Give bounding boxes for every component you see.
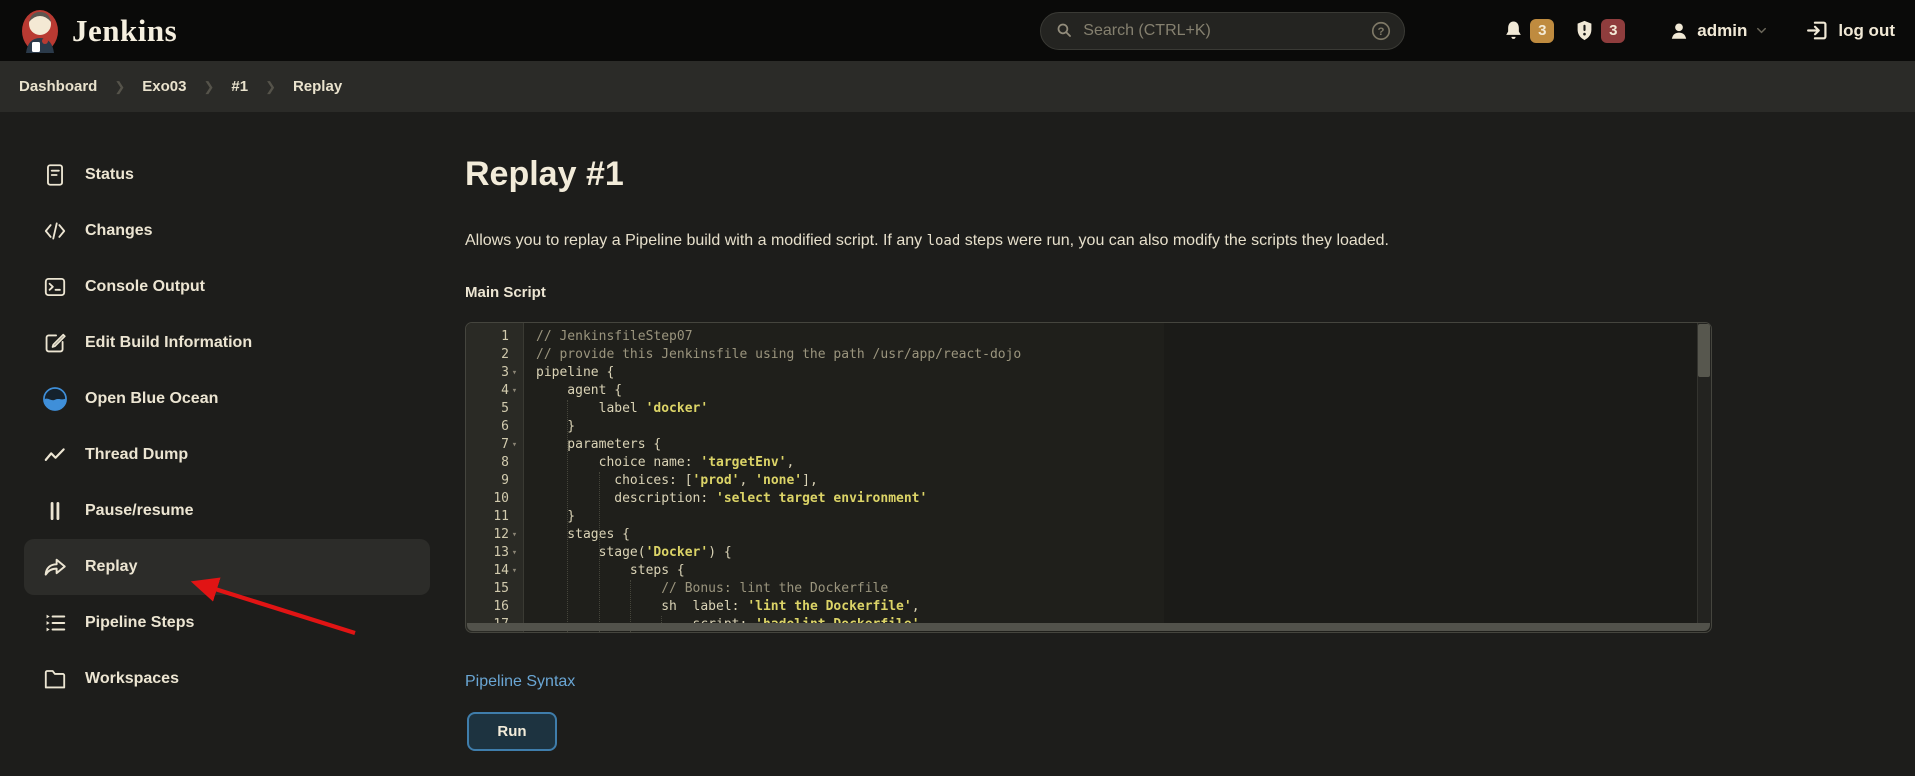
replay-arrow-icon [42,554,68,580]
fold-toggle-icon[interactable]: ▾ [509,382,520,400]
sidebar-item-label: Status [85,166,134,184]
search-icon [1055,21,1074,40]
jenkins-logo-icon [20,9,60,53]
activity-icon [42,442,68,468]
document-icon [42,162,68,188]
breadcrumb-dashboard[interactable]: Dashboard [19,78,97,95]
help-icon[interactable]: ? [1370,20,1392,42]
security-count-badge[interactable]: 3 [1601,19,1625,43]
sidebar-item-label: Pause/resume [85,502,194,520]
logout-icon [1805,18,1830,43]
build-sidebar: Status Changes Console Output Edit Build… [0,147,448,707]
pause-icon [42,498,68,524]
pipeline-script-editor[interactable]: 1// JenkinsfileStep072// provide this Je… [465,322,1712,633]
code-icon [42,218,68,244]
sidebar-item-label: Console Output [85,278,205,296]
sidebar-item-status[interactable]: Status [24,147,430,203]
replay-description: Allows you to replay a Pipeline build wi… [465,232,1389,250]
page-title: Replay #1 [465,155,624,194]
fold-toggle-icon[interactable]: ▾ [509,562,520,580]
description-text: Allows you to replay a Pipeline build wi… [465,232,927,249]
breadcrumb-separator-icon: ❯ [114,79,125,95]
sidebar-item-label: Changes [85,222,153,240]
breadcrumb-build[interactable]: #1 [231,78,248,95]
username-label: admin [1697,21,1747,41]
notifications-button[interactable]: 3 [1502,18,1554,43]
run-button[interactable]: Run [467,712,557,751]
sidebar-item-label: Open Blue Ocean [85,390,218,408]
top-bar: Jenkins ? 3 3 [0,0,1915,61]
person-icon [1668,20,1690,42]
logout-label: log out [1838,21,1895,41]
notifications-count-badge[interactable]: 3 [1530,19,1554,43]
sidebar-item-workspaces[interactable]: Workspaces [24,651,430,707]
bell-icon [1502,18,1525,43]
fold-toggle-icon[interactable]: ▾ [509,544,520,562]
pipeline-syntax-link[interactable]: Pipeline Syntax [465,673,575,691]
editor-background-panel [1164,323,1697,623]
edit-icon [42,330,68,356]
inline-code-load: load [927,233,961,249]
sidebar-item-open-blue-ocean[interactable]: Open Blue Ocean [24,371,430,427]
sidebar-item-pipeline-steps[interactable]: Pipeline Steps [24,595,430,651]
sidebar-item-label: Workspaces [85,670,179,688]
search-box[interactable]: ? [1040,12,1405,50]
folder-icon [42,666,68,692]
fold-toggle-icon[interactable]: ▾ [509,526,520,544]
sidebar-item-label: Edit Build Information [85,334,252,352]
brand-title: Jenkins [72,13,177,49]
breadcrumb-job[interactable]: Exo03 [142,78,186,95]
svg-text:?: ? [1378,25,1385,37]
breadcrumb-separator-icon: ❯ [203,79,214,95]
sidebar-item-label: Pipeline Steps [85,614,194,632]
fold-toggle-icon[interactable]: ▾ [509,436,520,454]
logout-button[interactable]: log out [1805,18,1895,43]
jenkins-home-link[interactable]: Jenkins [20,9,177,53]
sidebar-item-console-output[interactable]: Console Output [24,259,430,315]
user-menu[interactable]: admin [1668,20,1769,42]
sidebar-item-changes[interactable]: Changes [24,203,430,259]
breadcrumb-replay[interactable]: Replay [293,78,342,95]
sidebar-item-replay[interactable]: Replay [24,539,430,595]
breadcrumb: Dashboard ❯ Exo03 ❯ #1 ❯ Replay [0,61,1915,112]
main-script-label: Main Script [465,284,546,301]
editor-vertical-scrollbar[interactable] [1697,323,1711,623]
indent-guide [599,472,600,633]
search-input[interactable] [1083,22,1370,40]
fold-toggle-icon[interactable]: ▾ [509,364,520,382]
security-warnings-button[interactable]: 3 [1573,18,1625,43]
chevron-down-icon [1754,23,1769,38]
sidebar-item-label: Replay [85,558,137,576]
breadcrumb-separator-icon: ❯ [265,79,276,95]
terminal-icon [42,274,68,300]
sidebar-item-thread-dump[interactable]: Thread Dump [24,427,430,483]
shield-warning-icon [1573,18,1596,43]
steps-list-icon [42,610,68,636]
blue-ocean-icon [42,386,68,412]
horizontal-scrollbar-thumb[interactable] [467,623,1710,631]
sidebar-item-pause-resume[interactable]: Pause/resume [24,483,430,539]
sidebar-item-edit-build-information[interactable]: Edit Build Information [24,315,430,371]
indent-guide [567,400,568,633]
description-text: steps were run, you can also modify the … [960,232,1389,249]
vertical-scrollbar-thumb[interactable] [1698,324,1710,377]
sidebar-item-label: Thread Dump [85,446,188,464]
